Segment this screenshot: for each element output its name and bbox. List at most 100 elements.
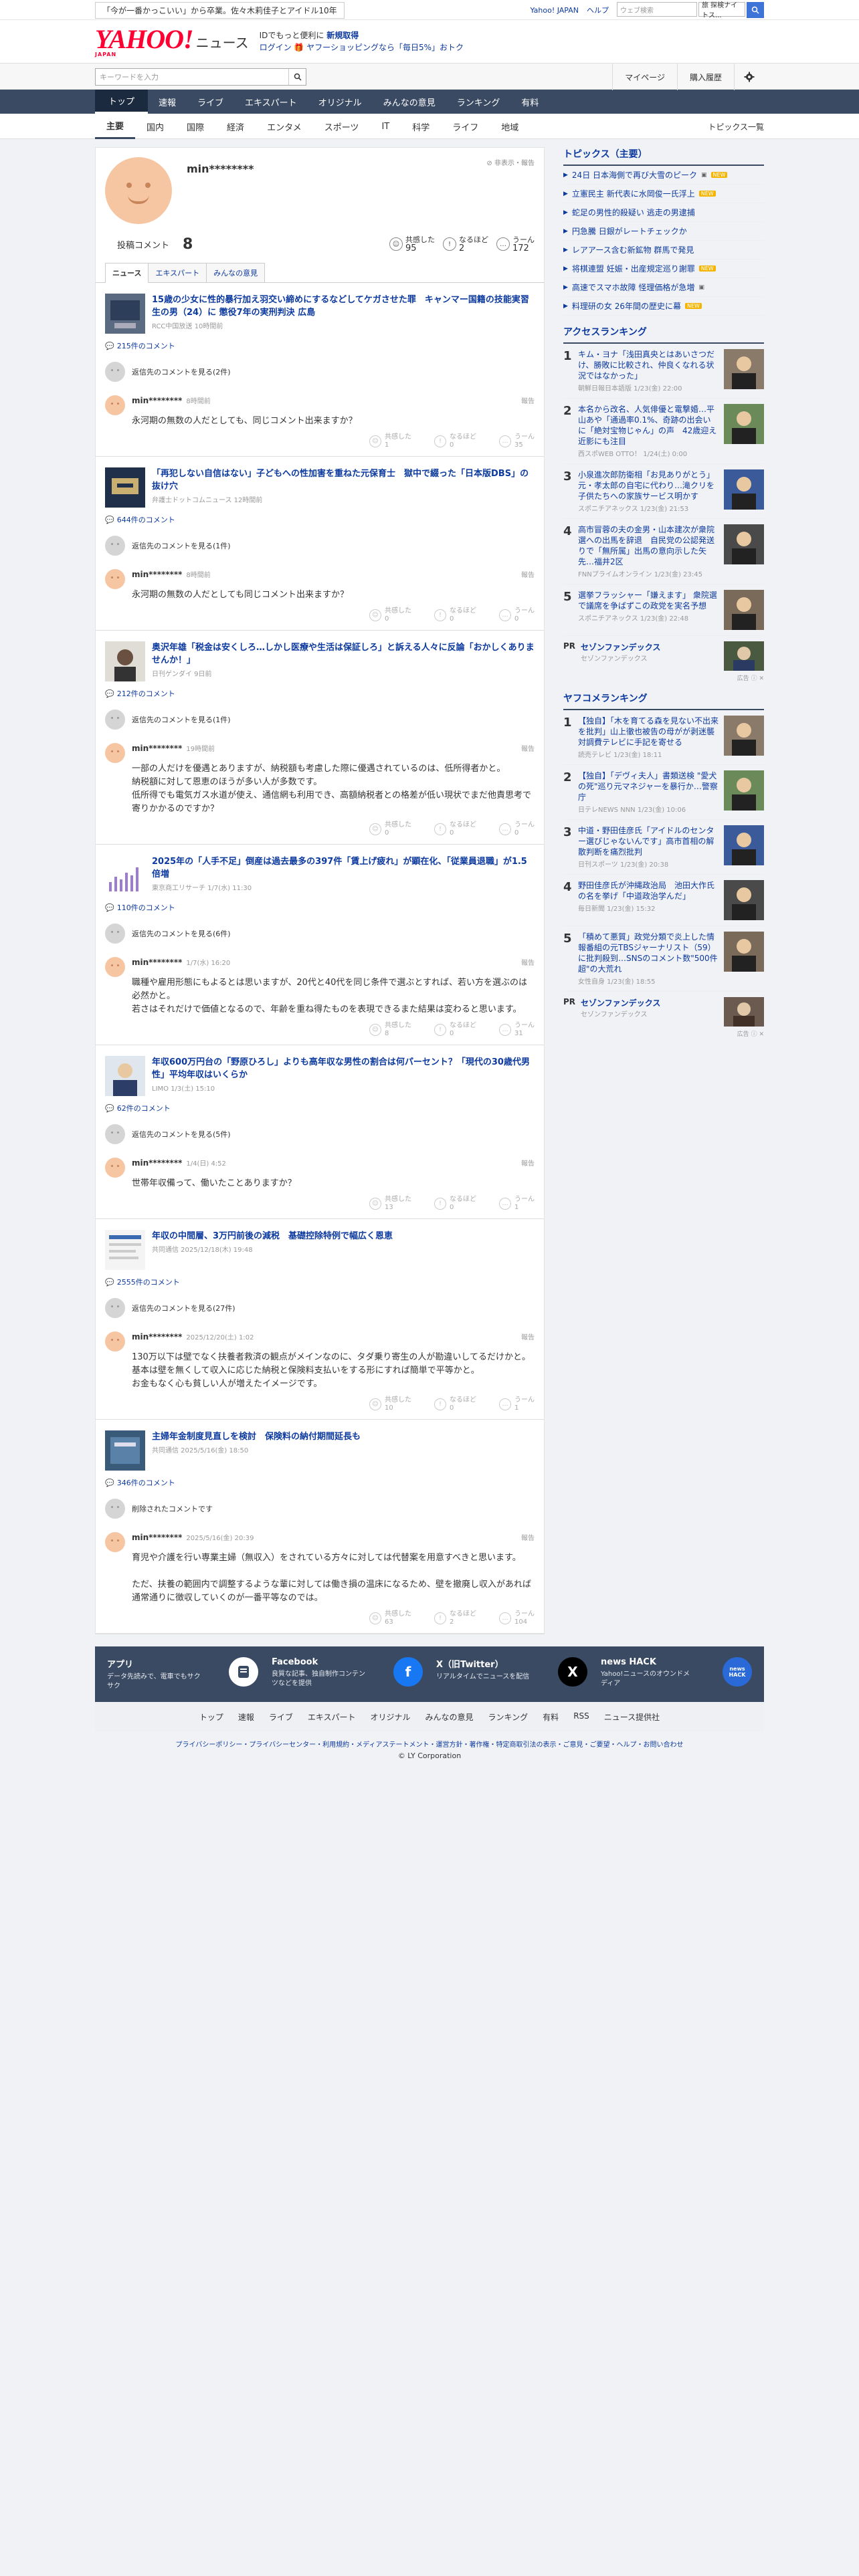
- report-link[interactable]: 報告: [521, 1158, 535, 1168]
- ranking-item[interactable]: 1 キム・ヨナ「浅田真央とはあいさつだけ、勝敗に比較され、仲良くなれる状況ではなか…: [563, 344, 764, 399]
- article-thumbnail[interactable]: [105, 1430, 145, 1471]
- topic-item[interactable]: ▶ 将棋連盟 妊娠・出産規定巡り謝罪 NEW: [563, 259, 764, 278]
- topics-list-link[interactable]: トピックス一覧: [708, 121, 764, 132]
- ranking-item[interactable]: 5 選挙フラッシャー「嫌えます」 衆院選で議席を争ばずこの政党を実名予想 スポニチア…: [563, 584, 764, 636]
- sub-nav-item[interactable]: 国内: [135, 114, 175, 139]
- footer-link[interactable]: ランキング: [488, 1711, 529, 1723]
- main-nav-item[interactable]: トップ: [95, 90, 149, 114]
- comment-count-link[interactable]: 💬 2555件のコメント: [105, 1277, 535, 1287]
- ranking-item[interactable]: 3 中道・野田佳彦氏「アイドルのセンター選びじゃないんです」高市首相の解散判断を痛…: [563, 820, 764, 875]
- comment-count-link[interactable]: 💬 212件のコメント: [105, 688, 535, 699]
- reply-parent-link[interactable]: 返信先のコメントを見る(1件): [105, 710, 535, 730]
- x-icon[interactable]: X: [558, 1657, 587, 1687]
- reply-parent-link[interactable]: 削除されたコメントです: [105, 1499, 535, 1519]
- article-link[interactable]: 主婦年金制度見直しを検討 保険料の納付期間延長も 共同通信 2025/5/16(金…: [105, 1430, 535, 1471]
- footer-link[interactable]: エキスパート: [308, 1711, 356, 1723]
- keyword-input[interactable]: キーワードを入力: [96, 72, 288, 82]
- main-nav-item[interactable]: みんなの意見: [373, 90, 446, 114]
- sub-nav-item[interactable]: 地域: [490, 114, 530, 139]
- report-link[interactable]: 報告: [521, 1331, 535, 1341]
- reply-parent-link[interactable]: 返信先のコメントを見る(27件): [105, 1298, 535, 1318]
- register-link[interactable]: 新規取得: [326, 31, 359, 40]
- ranking-item[interactable]: 2 【独自】「デヴィ夫人」書類送検 "愛犬の死"巡り元マネジャーを暴行か…警察庁日…: [563, 765, 764, 820]
- article-thumbnail[interactable]: [105, 641, 145, 681]
- topic-item[interactable]: ▶ 立憲民主 新代表に水岡俊一氏浮上 NEW: [563, 185, 764, 203]
- comment-reaction-button[interactable]: ! なるほど 0: [434, 433, 476, 449]
- comment-count-link[interactable]: 💬 110件のコメント: [105, 902, 535, 913]
- reply-parent-link[interactable]: 返信先のコメントを見る(6件): [105, 924, 535, 944]
- article-title[interactable]: 「再犯しない自信はない」子どもへの性加害を重ねた元保育士 獄中で綴った「日本版D…: [152, 467, 535, 493]
- article-title[interactable]: 2025年の「人手不足」倒産は過去最多の397件「賃上げ疲れ」が顕在化、「従業員…: [152, 855, 535, 881]
- keyword-search-box[interactable]: キーワードを入力: [95, 68, 306, 86]
- facebook-icon[interactable]: f: [393, 1657, 423, 1687]
- comment-reaction-button[interactable]: ☺ 共感した 13: [369, 1196, 411, 1212]
- comment-reaction-button[interactable]: ! なるほど 0: [434, 1196, 476, 1212]
- yahoo-japan-link[interactable]: Yahoo! JAPAN: [530, 6, 579, 15]
- comment-reaction-button[interactable]: ! なるほど 0: [434, 1022, 476, 1038]
- comment-reaction-button[interactable]: ! なるほど 0: [434, 607, 476, 623]
- footer-link[interactable]: トップ: [199, 1711, 223, 1723]
- comment-reaction-button[interactable]: … うーん 1: [499, 1196, 535, 1212]
- ad-info-icon[interactable]: ⓘ: [751, 1031, 757, 1038]
- news-logo-word[interactable]: ニュース: [196, 32, 249, 51]
- web-search-input[interactable]: ウェブ検索: [617, 2, 697, 17]
- report-link[interactable]: 報告: [521, 957, 535, 967]
- comment-reaction-button[interactable]: ☺ 共感した 63: [369, 1610, 411, 1626]
- comment-reaction-button[interactable]: … うーん 104: [499, 1610, 535, 1626]
- main-nav-item[interactable]: オリジナル: [308, 90, 373, 114]
- footer-promo-cell[interactable]: X（旧Twitter） リアルタイムでニュースを配信 X: [436, 1657, 587, 1691]
- article-link[interactable]: 年収の中間層、3万円前後の減税 基礎控除特例で幅広く恩恵 共同通信 2025/12…: [105, 1230, 535, 1270]
- comment-reaction-button[interactable]: ! なるほど 2: [434, 1610, 476, 1626]
- comment-reaction-button[interactable]: ! なるほど 0: [434, 821, 476, 837]
- ranking-item[interactable]: 4 野田佳彦氏が沖縄政治局 池田大作氏の名を挙げ「中道政治学んだ」 毎日新聞 1/2…: [563, 875, 764, 926]
- ranking-item[interactable]: 4 高市冒蓉の夫の金男・山本建次が衆院選への出馬を辞退 自民党の公認発送りで「無所…: [563, 519, 764, 584]
- yahoo-logo[interactable]: YAHOO! JAPAN: [95, 25, 194, 58]
- article-link[interactable]: 15歳の少女に性的暴行加え羽交い締めにするなどしてケガさせた罪 キャンマー国籍の…: [105, 294, 535, 334]
- footer-legal-links[interactable]: プライバシーポリシー・プライバシーセンター・利用規約・メディアステートメント・運…: [95, 1739, 764, 1749]
- reply-parent-link[interactable]: 返信先のコメントを見る(5件): [105, 1124, 535, 1144]
- sub-nav-item[interactable]: IT: [370, 114, 401, 139]
- news-hack-icon[interactable]: news HACK: [723, 1657, 752, 1687]
- footer-link[interactable]: オリジナル: [371, 1711, 411, 1723]
- ranking-item[interactable]: 2 本名から改名、人気俳優と電撃婚…平山あや「通過率0.1%、奇跡の出会いに「絶対…: [563, 399, 764, 464]
- comment-count-link[interactable]: 💬 346件のコメント: [105, 1477, 535, 1488]
- sub-nav-item[interactable]: 国際: [175, 114, 215, 139]
- comment-reaction-button[interactable]: ☺ 共感した 1: [369, 433, 411, 449]
- comment-reaction-button[interactable]: ☺ 共感した 0: [369, 607, 411, 623]
- footer-link[interactable]: 速報: [238, 1711, 254, 1723]
- topic-item[interactable]: ▶ 高速でスマホ故障 怪理価格が急増 ▣: [563, 278, 764, 297]
- article-title[interactable]: 年収の中間層、3万円前後の減税 基礎控除特例で幅広く恩恵: [152, 1230, 393, 1243]
- sub-nav-item[interactable]: スポーツ: [313, 114, 371, 139]
- web-search-button[interactable]: [747, 2, 764, 18]
- keyword-search-button[interactable]: [288, 69, 306, 85]
- article-thumbnail[interactable]: [105, 855, 145, 895]
- report-link[interactable]: 報告: [521, 569, 535, 579]
- comment-count-link[interactable]: 💬 644件のコメント: [105, 514, 535, 525]
- main-nav-item[interactable]: ライブ: [187, 90, 234, 114]
- profile-report-link[interactable]: ⊘ 非表示・報告: [486, 157, 535, 167]
- sub-nav-item[interactable]: エンタメ: [256, 114, 313, 139]
- web-search-select[interactable]: 旅 探検ナイトス...: [698, 2, 745, 19]
- comment-reaction-button[interactable]: ☺ 共感した 10: [369, 1396, 411, 1412]
- comment-count-link[interactable]: 💬 62件のコメント: [105, 1103, 535, 1113]
- report-link[interactable]: 報告: [521, 1532, 535, 1542]
- ad-close-icon[interactable]: ✕: [759, 675, 764, 682]
- comment-count-link[interactable]: 💬 215件のコメント: [105, 340, 535, 351]
- settings-button[interactable]: [734, 64, 764, 90]
- purchase-history-button[interactable]: 購入履歴: [676, 64, 734, 90]
- article-link[interactable]: 「再犯しない自信はない」子どもへの性加害を重ねた元保育士 獄中で綴った「日本版D…: [105, 467, 535, 508]
- main-nav-item[interactable]: ランキング: [446, 90, 511, 114]
- footer-promo-cell[interactable]: アプリ データ先読みで、電車でもサクサク: [107, 1657, 258, 1691]
- comment-reaction-button[interactable]: … うーん 31: [499, 1022, 535, 1038]
- article-thumbnail[interactable]: [105, 1230, 145, 1270]
- promo-link[interactable]: 「今が一番かっこいい」から卒業。佐々木莉佳子とアイドル10年: [95, 1, 345, 19]
- article-title[interactable]: 年収600万円台の「野原ひろし」よりも高年収な男性の割合は何パーセント？「現代の…: [152, 1056, 535, 1081]
- article-link[interactable]: 2025年の「人手不足」倒産は過去最多の397件「賃上げ疲れ」が顕在化、「従業員…: [105, 855, 535, 895]
- comment-reaction-button[interactable]: … うーん 1: [499, 1396, 535, 1412]
- footer-promo-cell[interactable]: Facebook 良質な記事、独自制作コンテンツなどを提供 f: [272, 1657, 423, 1691]
- article-title[interactable]: 主婦年金制度見直しを検討 保険料の納付期間延長も: [152, 1430, 361, 1443]
- app-icon[interactable]: [229, 1657, 258, 1687]
- footer-link[interactable]: ライブ: [269, 1711, 293, 1723]
- ranking-item[interactable]: 3 小泉進次郎防衛相「お見ありがとう」元・孝太郎の自宅に代わり…滝クリを子供たちへ…: [563, 464, 764, 519]
- sub-nav-item[interactable]: 科学: [401, 114, 441, 139]
